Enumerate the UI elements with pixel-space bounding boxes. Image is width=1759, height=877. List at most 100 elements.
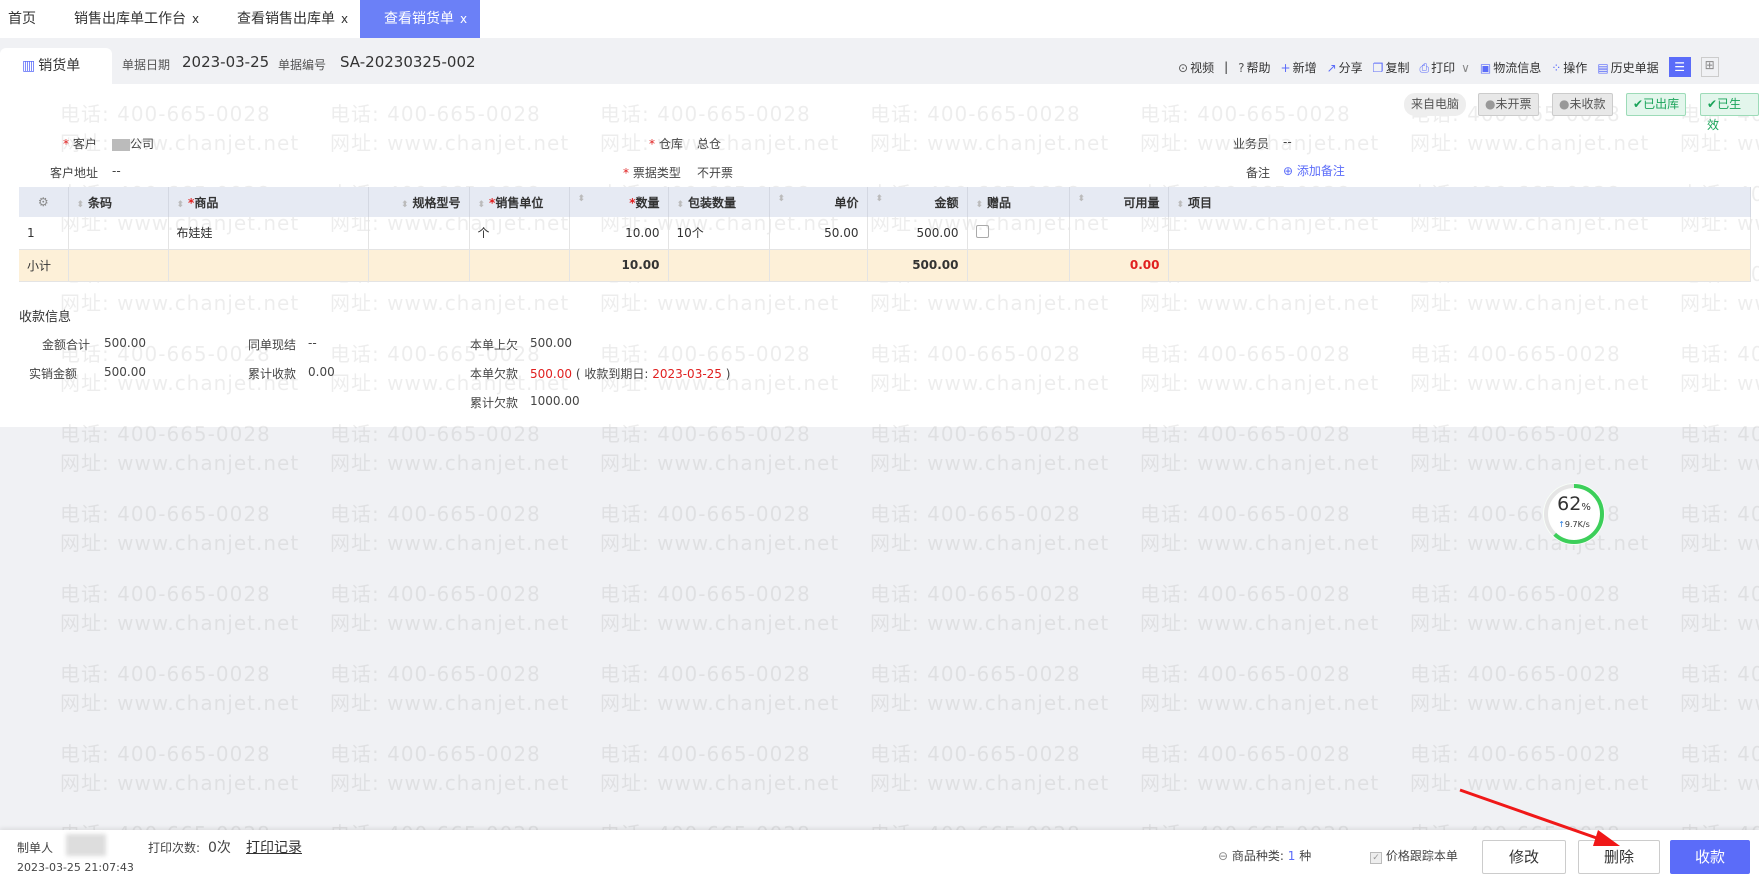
add-note-link[interactable]: ⊕ 添加备注 xyxy=(1283,162,1345,179)
logistics-button[interactable]: ▣ 物流信息 xyxy=(1480,59,1541,76)
actual-label: 实销金额 xyxy=(29,367,78,381)
col-pack-qty[interactable]: ⬍ 包装数量 xyxy=(668,187,770,217)
chevron-down-icon[interactable]: ∨ xyxy=(1461,61,1470,75)
add-button[interactable]: + 新增 xyxy=(1281,59,1317,76)
maker-label: 制单人 xyxy=(17,841,54,855)
watermark-text: 网址: www.chanjet.net xyxy=(60,531,300,555)
watermark-text: 电话: 400-665-0028 xyxy=(870,742,1081,766)
network-speed-widget[interactable]: 62% ↑9.7K/s xyxy=(1543,483,1605,545)
actual-value: 500.00 xyxy=(104,365,146,379)
watermark-text: 网址: www.chanjet.net xyxy=(1140,451,1380,475)
tab-view-sales-outbound[interactable]: 查看销售出库单 x xyxy=(229,0,356,38)
collect-payment-button[interactable]: 收款 xyxy=(1670,840,1750,874)
label: 未开票 xyxy=(1495,97,1532,111)
grid-icon: ⁘ xyxy=(1551,60,1562,75)
operation-button[interactable]: ⁘ 操作 xyxy=(1551,59,1587,76)
watermark-text: 网址: www.chanjet.net xyxy=(870,531,1110,555)
gear-icon[interactable]: ⚙ xyxy=(19,187,69,217)
sort-icon[interactable]: ⬍ xyxy=(976,200,984,210)
col-product[interactable]: ⬍ *商品 xyxy=(168,187,369,217)
label: 新增 xyxy=(1292,60,1317,75)
watermark-text: 网址: www.chanjet.net xyxy=(60,611,300,635)
note-label: 备注 xyxy=(1246,166,1271,180)
watermark-text: 网址: www.chanjet.net xyxy=(330,611,570,635)
list-view-icon[interactable]: ☰ xyxy=(1668,57,1691,77)
subtotal-amount: 500.00 xyxy=(867,249,968,282)
copy-icon: ❐ xyxy=(1372,60,1384,75)
watermark-text: 网址: www.chanjet.net xyxy=(60,451,300,475)
col-available[interactable]: ⬍ 可用量 xyxy=(1069,187,1169,217)
watermark-text: 电话: 400-665-0028 xyxy=(870,582,1081,606)
watermark-text: 网址: www.chanjet.net xyxy=(1680,531,1759,555)
subtotal-qty: 10.00 xyxy=(569,249,669,282)
col-amount[interactable]: ⬍ 金额 xyxy=(867,187,968,217)
watermark-text: 电话: 400-665-0028 xyxy=(60,502,271,526)
tab-view-sales-order[interactable]: 查看销货单 x xyxy=(360,0,480,38)
col-unit[interactable]: ⬍ *销售单位 xyxy=(469,187,570,217)
col-project[interactable]: ⬍ 项目 xyxy=(1168,187,1751,217)
watermark-text: 电话: 400-665-0028 xyxy=(1680,502,1759,526)
sort-icon[interactable]: ⬍ xyxy=(876,194,884,204)
due-date: 2023-03-25 xyxy=(652,367,722,381)
print-count-label: 打印次数: xyxy=(148,841,201,855)
watermark-text: 电话: 400-665-0028 xyxy=(60,582,271,606)
sort-icon[interactable]: ⬍ xyxy=(778,194,786,204)
sort-icon[interactable]: ⬍ xyxy=(478,200,486,210)
copy-button[interactable]: ❐ 复制 xyxy=(1373,59,1410,76)
watermark-text: 网址: www.chanjet.net xyxy=(870,691,1110,715)
watermark-text: 网址: www.chanjet.net xyxy=(600,531,840,555)
prev-owed-label: 本单上欠 xyxy=(470,338,519,352)
price-track-checkbox[interactable]: ✓ 价格跟踪本单 xyxy=(1370,847,1458,864)
sort-icon[interactable]: ⬍ xyxy=(1177,200,1185,210)
col-gift[interactable]: ⬍ 赠品 xyxy=(967,187,1070,217)
col-qty[interactable]: ⬍ *数量 xyxy=(569,187,669,217)
label: 复制 xyxy=(1385,60,1410,75)
doc-type-tab[interactable]: ▥ 销货单 xyxy=(0,48,112,84)
plus-circle-icon: ⊕ xyxy=(1283,164,1297,178)
watermark-text: 电话: 400-665-0028 xyxy=(330,502,541,526)
watermark-text: 电话: 400-665-0028 xyxy=(1140,662,1351,686)
customer-label: * 客户 xyxy=(63,137,97,151)
watermark-text: 电话: 400-665-0028 xyxy=(1140,582,1351,606)
unit: 种 xyxy=(1299,849,1312,863)
card-view-icon[interactable]: ⊞ xyxy=(1700,57,1719,77)
col-price[interactable]: ⬍ 单价 xyxy=(769,187,868,217)
shipped-badge: ✔已出库 xyxy=(1626,93,1687,116)
print-button[interactable]: ⎙ 打印 ∨ xyxy=(1419,59,1469,76)
sort-icon[interactable]: ⬍ xyxy=(177,200,185,210)
table-row[interactable]: 1 布娃娃 个 10.00 10个 50.00 500.00 xyxy=(19,217,1751,250)
tab-home[interactable]: 首页 xyxy=(0,0,44,38)
sort-icon[interactable]: ⬍ xyxy=(401,200,409,210)
label: 包装数量 xyxy=(688,195,737,210)
sort-icon[interactable]: ⬍ xyxy=(77,200,85,210)
play-icon: ⊙ xyxy=(1178,60,1189,75)
help-button[interactable]: ? 帮助 xyxy=(1238,59,1270,76)
unpaid-badge: ●未收款 xyxy=(1552,93,1613,116)
close-icon[interactable]: x xyxy=(192,12,199,26)
col-spec[interactable]: ⬍ 规格型号 xyxy=(368,187,470,217)
watermark-text: 网址: www.chanjet.net xyxy=(1140,611,1380,635)
subtotal-row: 小计 10.00 500.00 0.00 xyxy=(19,249,1751,282)
share-button[interactable]: ↗ 分享 xyxy=(1327,59,1363,76)
row-no: 1 xyxy=(19,217,69,250)
col-barcode[interactable]: ⬍ 条码 xyxy=(68,187,169,217)
sort-icon[interactable]: ⬍ xyxy=(677,200,685,210)
received-label: 累计收款 xyxy=(248,367,297,381)
video-button[interactable]: ⊙ 视频 xyxy=(1178,59,1214,76)
watermark-text: 网址: www.chanjet.net xyxy=(1410,531,1650,555)
sort-icon[interactable]: ⬍ xyxy=(1078,194,1086,204)
cash-label: 同单现结 xyxy=(248,338,297,352)
sort-icon[interactable]: ⬍ xyxy=(578,194,586,204)
watermark-text: 电话: 400-665-0028 xyxy=(1680,662,1759,686)
history-button[interactable]: ▤ 历史单据 xyxy=(1597,59,1658,76)
customer-value[interactable]: 公司 xyxy=(112,135,154,152)
watermark-text: 电话: 400-665-0028 xyxy=(330,742,541,766)
close-icon[interactable]: x xyxy=(460,12,467,26)
gift-checkbox[interactable] xyxy=(975,224,989,238)
prev-owed-value: 500.00 xyxy=(530,336,572,350)
date-value: 2023-03-25 xyxy=(182,53,270,71)
cumulative-owed-label: 累计欠款 xyxy=(470,396,519,410)
close-icon[interactable]: x xyxy=(341,12,348,26)
tab-sales-outbound-workbench[interactable]: 销售出库单工作台 x xyxy=(66,0,207,38)
print-log-link[interactable]: 打印记录 xyxy=(246,837,302,857)
